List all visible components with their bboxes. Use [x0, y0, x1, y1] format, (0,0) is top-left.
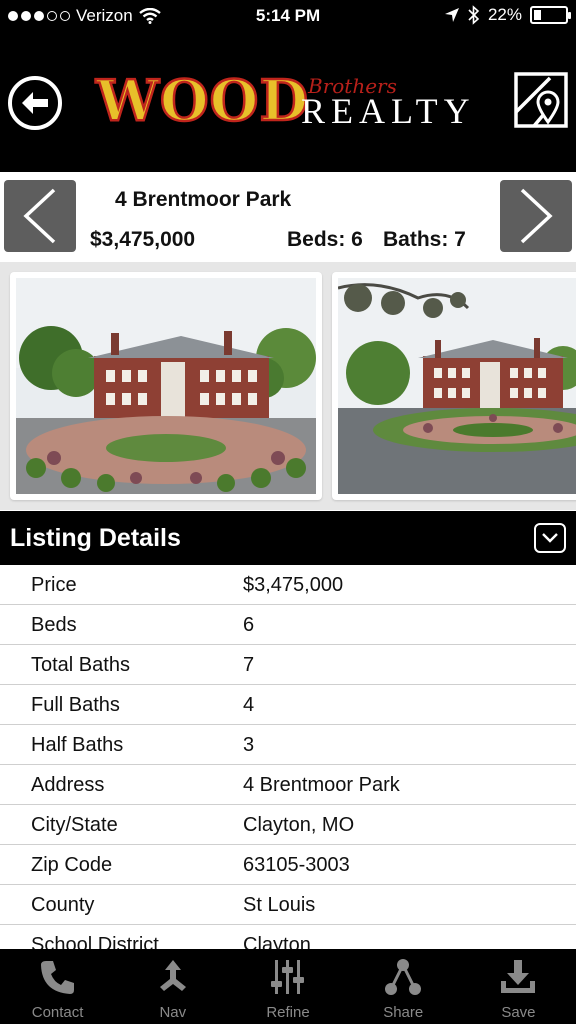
map-pin-icon	[514, 72, 568, 128]
detail-value: 3	[243, 734, 255, 756]
navigation-icon	[159, 960, 186, 991]
listing-details-list[interactable]: Price $3,475,000 Beds 6 Total Baths 7 Fu…	[0, 565, 576, 949]
app-header: WOOD Brothers REALTY	[0, 34, 576, 172]
detail-value: 4 Brentmoor Park	[243, 774, 400, 796]
detail-value: 7	[243, 654, 255, 676]
logo-wood-text: WOOD	[95, 68, 310, 134]
property-address: 4 Brentmoor Park	[115, 188, 292, 211]
refine-button[interactable]: Refine	[230, 949, 345, 1024]
toolbar-label: Nav	[159, 1004, 187, 1021]
detail-row-zip-code: Zip Code 63105-3003	[0, 845, 576, 885]
phone-icon	[40, 961, 74, 994]
location-arrow-icon	[444, 8, 459, 22]
toolbar-label: Save	[501, 1004, 536, 1021]
logo-realty-text: REALTY	[301, 91, 476, 131]
property-price: $3,475,000	[90, 228, 196, 251]
property-beds: Beds: 6	[287, 228, 363, 251]
property-baths: Baths: 7	[383, 228, 466, 251]
collapse-button[interactable]	[534, 523, 566, 553]
detail-row-school-district: School District Clayton	[0, 925, 576, 949]
detail-value: St Louis	[243, 894, 316, 916]
next-property-button[interactable]	[500, 180, 572, 252]
back-button[interactable]	[8, 76, 62, 130]
listing-details-title: Listing Details	[10, 524, 181, 552]
detail-row-half-baths: Half Baths 3	[0, 725, 576, 765]
detail-label: Address	[31, 774, 105, 796]
bluetooth-icon	[468, 5, 480, 25]
detail-value: $3,475,000	[243, 574, 344, 596]
toolbar-label: Refine	[266, 1004, 310, 1021]
nav-button[interactable]: Nav	[115, 949, 230, 1024]
back-arrow-icon	[22, 92, 48, 114]
toolbar-label: Contact	[31, 1004, 84, 1021]
wood-brothers-realty-logo: WOOD Brothers REALTY	[95, 68, 486, 134]
photo-gallery[interactable]	[0, 262, 576, 510]
detail-value: 4	[243, 694, 255, 716]
save-button[interactable]: Save	[461, 949, 576, 1024]
detail-label: Beds	[31, 614, 77, 636]
property-photo[interactable]	[332, 272, 576, 500]
share-icon	[385, 959, 422, 995]
detail-row-beds: Beds 6	[0, 605, 576, 645]
detail-row-county: County St Louis	[0, 885, 576, 925]
toolbar-label: Share	[383, 1004, 424, 1021]
detail-label: Zip Code	[31, 854, 113, 876]
property-photo[interactable]	[10, 272, 322, 500]
detail-label: County	[31, 894, 95, 916]
detail-value: 6	[243, 614, 255, 636]
detail-label: Full Baths	[31, 694, 120, 716]
detail-value: Clayton	[243, 934, 311, 949]
map-button[interactable]	[514, 72, 568, 128]
detail-row-full-baths: Full Baths 4	[0, 685, 576, 725]
house-photo-driveway	[338, 278, 576, 494]
previous-property-button[interactable]	[4, 180, 76, 252]
sliders-icon	[271, 960, 304, 994]
detail-label: City/State	[31, 814, 118, 836]
detail-row-total-baths: Total Baths 7	[0, 645, 576, 685]
detail-value: 63105-3003	[243, 854, 350, 876]
chevron-down-icon	[542, 533, 558, 543]
detail-value: Clayton, MO	[243, 814, 355, 836]
detail-row-price: Price $3,475,000	[0, 565, 576, 605]
battery-icon	[530, 6, 571, 24]
chevron-right-icon	[520, 188, 553, 244]
detail-row-city-state: City/State Clayton, MO	[0, 805, 576, 845]
status-right: 22%	[444, 5, 571, 25]
battery-percent: 22%	[487, 5, 522, 24]
detail-label: School District	[31, 934, 159, 949]
detail-label: Total Baths	[31, 654, 130, 676]
bottom-toolbar: Contact Nav Refine Share Save	[0, 949, 576, 1024]
contact-button[interactable]: Contact	[0, 949, 115, 1024]
detail-label: Half Baths	[31, 734, 124, 756]
download-icon	[501, 960, 536, 993]
listing-details-header[interactable]: Listing Details	[0, 511, 576, 565]
share-button[interactable]: Share	[346, 949, 461, 1024]
detail-label: Price	[31, 574, 77, 596]
battery-fill	[534, 10, 541, 20]
property-navigator: 4 Brentmoor Park $3,475,000 Beds: 6 Bath…	[0, 172, 576, 262]
detail-row-address: Address 4 Brentmoor Park	[0, 765, 576, 805]
chevron-left-icon	[23, 188, 56, 244]
house-photo-front	[16, 278, 316, 494]
status-bar: Verizon 5:14 PM 22%	[0, 0, 576, 34]
